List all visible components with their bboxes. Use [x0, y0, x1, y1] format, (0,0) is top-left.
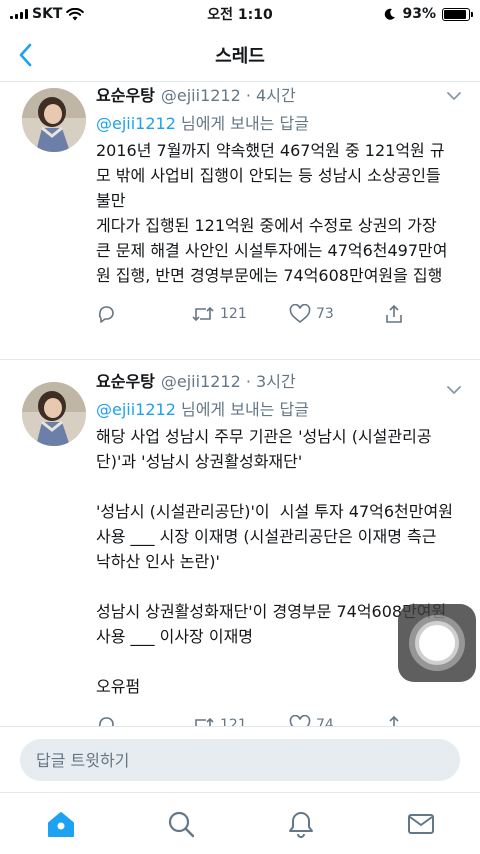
search-icon[interactable] — [166, 809, 196, 839]
status-time: 오전 1:10 — [207, 7, 273, 23]
assistive-touch-dot — [419, 625, 455, 661]
author-name[interactable]: 요순우탕 — [96, 368, 155, 392]
tweet-header: 요순우탕 @ejii1212 · 4시간 — [96, 82, 480, 106]
chevron-down-icon[interactable] — [446, 384, 462, 396]
share-button[interactable] — [384, 304, 404, 324]
author-meta: @ejii1212 · 4시간 — [160, 86, 296, 105]
bell-icon[interactable] — [286, 809, 316, 839]
reply-handle-link[interactable]: @ejii1212 — [96, 400, 176, 419]
chevron-left-icon[interactable] — [14, 40, 38, 70]
wifi-icon — [66, 7, 85, 20]
status-bar: SKT 오전 1:10 93% — [0, 0, 480, 28]
mail-icon[interactable] — [406, 809, 436, 839]
like-count: 74 — [316, 717, 334, 726]
avatar[interactable] — [22, 382, 86, 446]
share-button[interactable] — [384, 715, 404, 726]
share-icon — [389, 715, 399, 726]
reply-context: @ejii1212 님에게 보내는 답글 — [96, 110, 480, 134]
moon-icon — [385, 8, 396, 20]
retweet-button[interactable]: 121 — [191, 716, 289, 726]
reply-icon — [98, 717, 114, 726]
status-left: SKT — [10, 6, 170, 22]
tweet-header: 요순우탕 @ejii1212 · 3시간 — [96, 368, 480, 392]
retweet-icon — [192, 306, 214, 322]
reply-button[interactable] — [96, 715, 191, 726]
like-count: 73 — [316, 306, 334, 322]
battery-icon — [442, 7, 473, 21]
like-button[interactable]: 73 — [289, 304, 384, 324]
page-title: 스레드 — [215, 45, 265, 67]
signal-icon — [10, 9, 28, 19]
tweet-actions: 121 73 — [96, 294, 480, 334]
assistive-touch-ring — [409, 615, 465, 671]
status-right: 93% — [310, 6, 473, 22]
reply-compose-bar — [0, 726, 480, 792]
reply-suffix: 님에게 보내는 답글 — [175, 400, 309, 419]
assistive-touch-button[interactable] — [398, 604, 476, 682]
like-button[interactable]: 74 — [289, 715, 384, 726]
battery-level — [444, 9, 467, 19]
heart-icon — [289, 715, 311, 726]
thread-header: 스레드 — [0, 28, 480, 82]
author-name[interactable]: 요순우탕 — [96, 82, 155, 106]
tweet-text: 2016년 7월까지 약속했던 467억원 중 121억원 규모 밖에 사업비 … — [96, 141, 448, 285]
tweet-actions: 121 74 — [96, 705, 480, 726]
reply-handle-link[interactable]: @ejii1212 — [96, 114, 176, 133]
tweet-item[interactable]: 요순우탕 @ejii1212 · 4시간 @ejii1212 님에게 보내는 답… — [0, 82, 480, 360]
avatar[interactable] — [22, 88, 86, 152]
home-icon[interactable] — [46, 809, 76, 839]
reply-icon — [98, 306, 114, 323]
retweet-count: 121 — [220, 306, 247, 322]
reply-input[interactable] — [20, 739, 460, 781]
reply-context: @ejii1212 님에게 보내는 답글 — [96, 396, 480, 420]
reply-button[interactable] — [96, 304, 191, 324]
assistive-touch-ring-inner — [415, 621, 459, 665]
retweet-button[interactable]: 121 — [191, 305, 289, 323]
share-icon — [386, 304, 402, 323]
retweet-icon — [195, 717, 214, 726]
carrier-label: SKT — [32, 6, 63, 22]
battery-percent: 93% — [402, 6, 436, 22]
retweet-count: 121 — [220, 717, 247, 726]
heart-icon — [289, 304, 311, 324]
chevron-down-icon[interactable] — [446, 90, 462, 102]
tab-bar — [0, 792, 480, 854]
reply-suffix: 님에게 보내는 답글 — [175, 114, 309, 133]
author-meta: @ejii1212 · 3시간 — [160, 372, 296, 391]
